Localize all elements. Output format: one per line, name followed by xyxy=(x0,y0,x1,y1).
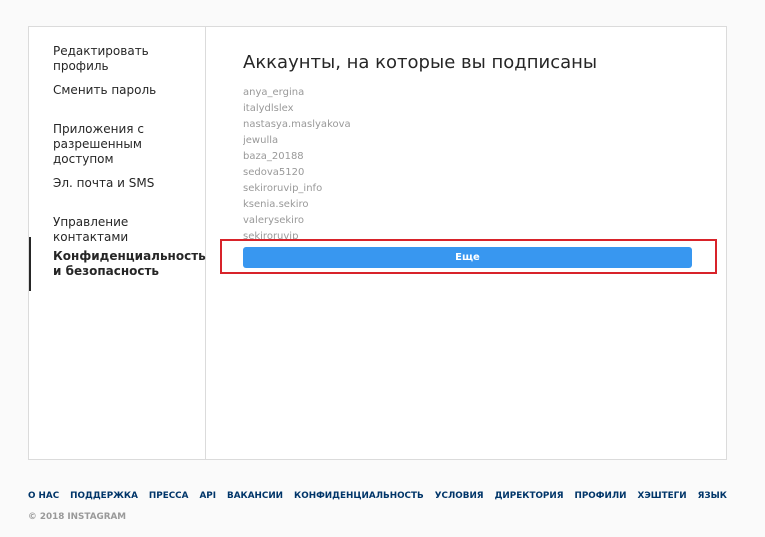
sidebar-item-label: Сменить пароль xyxy=(53,83,157,97)
sidebar-item-authorized-apps[interactable]: Приложения с разрешенным доступом xyxy=(29,117,205,172)
footer-link-press[interactable]: ПРЕССА xyxy=(149,491,189,502)
settings-sidebar: Редактировать профиль Сменить пароль При… xyxy=(29,27,206,459)
account-item: sekiroruvip xyxy=(243,231,299,241)
sidebar-item-privacy-security[interactable]: Конфиденциальность и безопасность xyxy=(29,237,206,291)
settings-card: Редактировать профиль Сменить пароль При… xyxy=(28,26,727,460)
account-item: jewulla xyxy=(243,135,279,146)
account-item: italydlslex xyxy=(243,103,294,114)
sidebar-item-label: Конфиденциальность и безопасность xyxy=(53,249,206,278)
footer-link-directory[interactable]: ДИРЕКТОРИЯ xyxy=(495,491,564,502)
footer-link-privacy[interactable]: КОНФИДЕНЦИАЛЬНОСТЬ xyxy=(294,491,424,502)
account-item: sedova5120 xyxy=(243,167,305,178)
account-item: baza_20188 xyxy=(243,151,304,162)
sidebar-item-edit-profile[interactable]: Редактировать профиль xyxy=(29,39,205,79)
copyright-text: © 2018 INSTAGRAM xyxy=(28,512,127,522)
following-accounts-list: anya_ergina italydlslex nastasya.maslyak… xyxy=(243,85,351,241)
sidebar-item-change-password[interactable]: Сменить пароль xyxy=(29,78,205,103)
footer-link-support[interactable]: ПОДДЕРЖКА xyxy=(70,491,138,502)
account-item: anya_ergina xyxy=(243,87,305,98)
account-item: valerysekiro xyxy=(243,215,304,226)
account-item: nastasya.maslyakova xyxy=(243,119,351,130)
account-item: sekiroruvip_info xyxy=(243,183,323,194)
footer-link-profiles[interactable]: ПРОФИЛИ xyxy=(575,491,627,502)
sidebar-item-label: Приложения с разрешенным доступом xyxy=(53,122,144,166)
footer-link-jobs[interactable]: ВАКАНСИИ xyxy=(227,491,283,502)
footer-link-hashtags[interactable]: ХЭШТЕГИ xyxy=(638,491,687,502)
show-more-button[interactable]: Еще xyxy=(243,247,692,268)
footer-link-terms[interactable]: УСЛОВИЯ xyxy=(435,491,484,502)
footer-link-api[interactable]: API xyxy=(199,491,216,502)
sidebar-item-email-sms[interactable]: Эл. почта и SMS xyxy=(29,171,205,196)
page-title: Аккаунты, на которые вы подписаны xyxy=(243,52,598,73)
sidebar-item-label: Редактировать профиль xyxy=(53,44,149,73)
sidebar-item-label: Эл. почта и SMS xyxy=(53,176,155,190)
footer-link-about[interactable]: О НАС xyxy=(28,491,59,502)
footer-links: О НАС ПОДДЕРЖКА ПРЕССА API ВАКАНСИИ КОНФ… xyxy=(28,491,738,502)
main-content: Аккаунты, на которые вы подписаны anya_e… xyxy=(207,27,726,459)
account-item: ksenia.sekiro xyxy=(243,199,309,210)
footer-link-language[interactable]: ЯЗЫК xyxy=(698,491,727,502)
